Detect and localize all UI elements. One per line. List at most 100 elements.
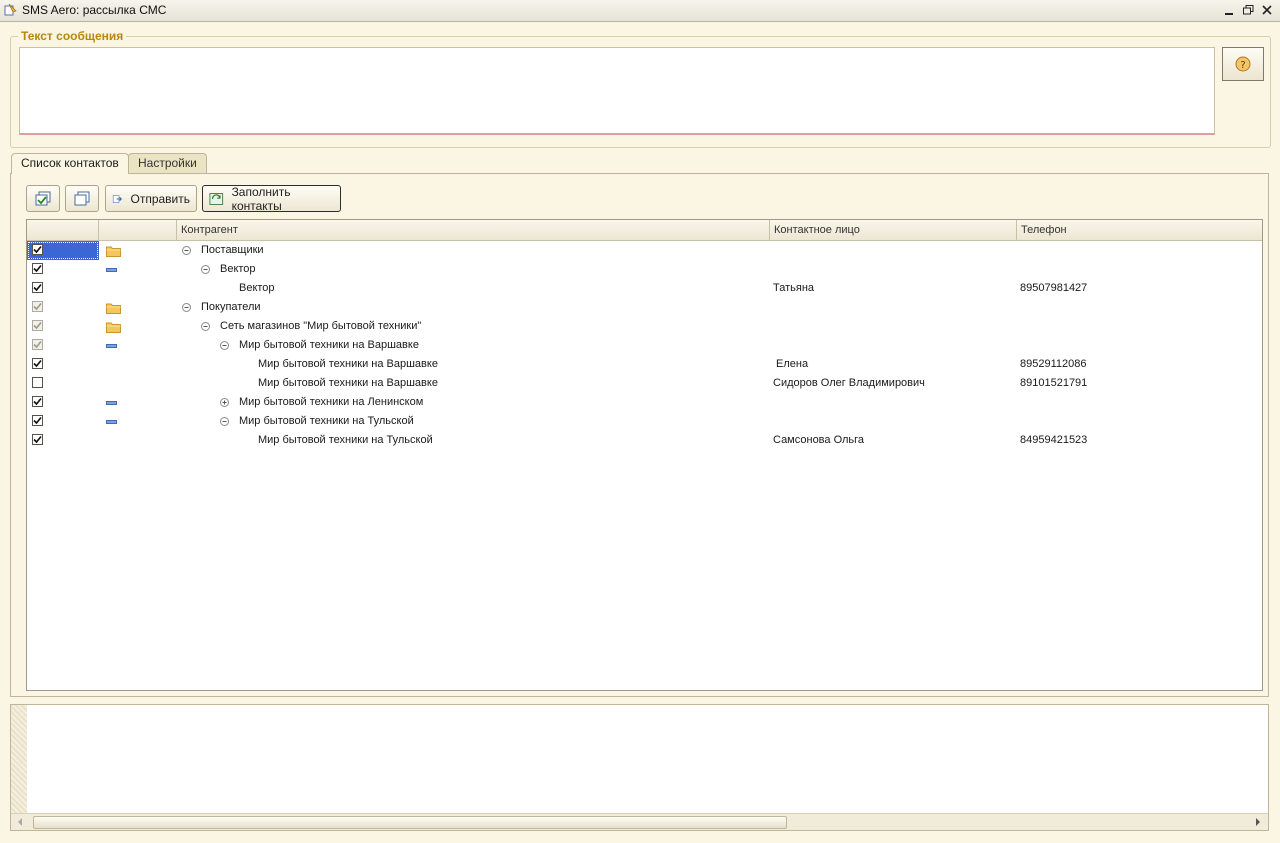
folder-icon	[106, 241, 121, 260]
uncheck-all-icon	[74, 191, 90, 205]
phone-number: 89101521791	[1020, 377, 1088, 389]
counterparty-name: Поставщики	[201, 244, 264, 256]
restore-icon	[1242, 5, 1253, 15]
fill-contacts-button-label: Заполнить контакты	[231, 184, 291, 213]
question-icon: ?	[1235, 56, 1251, 72]
minimize-button[interactable]	[1220, 2, 1238, 18]
column-header-contact[interactable]: Контактное лицо	[770, 220, 1017, 240]
table-row[interactable]: Покупатели	[27, 298, 1262, 317]
send-icon	[112, 194, 122, 203]
row-checkbox[interactable]	[32, 339, 43, 350]
contact-person: Елена	[773, 358, 809, 370]
scrollbar-thumb[interactable]	[33, 816, 787, 829]
phone-number: 89529112086	[1020, 358, 1087, 370]
checkmark-icon	[33, 397, 42, 406]
counterparty-name: Мир бытовой техники на Тульской	[239, 415, 414, 427]
item-icon	[106, 412, 117, 431]
counterparty-name: Вектор	[220, 263, 256, 275]
folder-icon	[106, 317, 121, 336]
collapse-icon[interactable]	[201, 265, 210, 274]
checkmark-icon	[33, 283, 42, 292]
collapse-icon[interactable]	[201, 322, 210, 331]
phone-number: 84959421523	[1020, 434, 1088, 446]
send-button-label: Отправить	[130, 191, 190, 206]
column-header-check[interactable]	[27, 220, 99, 240]
counterparty-name: Сеть магазинов "Мир бытовой техники"	[220, 320, 422, 332]
row-checkbox[interactable]	[32, 358, 43, 369]
log-panel[interactable]	[10, 704, 1269, 831]
contact-person: Татьяна	[773, 282, 815, 294]
checkmark-icon	[33, 359, 42, 368]
table-row[interactable]: Мир бытовой техники на Ленинском	[27, 393, 1262, 412]
table-row[interactable]: Мир бытовой техники на Варшавке Сидоров О…	[27, 374, 1262, 393]
row-checkbox[interactable]	[32, 263, 43, 274]
uncheck-all-button[interactable]	[65, 185, 99, 212]
tab-contacts[interactable]: Список контактов	[11, 153, 129, 174]
table-row[interactable]: Сеть магазинов "Мир бытовой техники"	[27, 317, 1262, 336]
app-icon	[4, 3, 17, 16]
contact-person: Самсонова Ольга	[773, 434, 865, 446]
row-checkbox[interactable]	[32, 320, 43, 331]
horizontal-scrollbar[interactable]	[11, 813, 1268, 830]
table-row[interactable]: Поставщики	[27, 241, 1262, 260]
row-checkbox[interactable]	[32, 415, 43, 426]
svg-text:?: ?	[1240, 60, 1245, 71]
fill-contacts-button[interactable]: Заполнить контакты	[202, 184, 341, 213]
help-button[interactable]: ?	[1222, 47, 1264, 81]
window-title: SMS Aero: рассылка СМС	[22, 3, 167, 17]
checkmark-icon	[33, 264, 42, 273]
column-header-phone[interactable]: Телефон	[1017, 220, 1262, 240]
collapse-icon[interactable]	[220, 341, 229, 350]
column-header-icon[interactable]	[99, 220, 177, 240]
checkmark-icon	[33, 321, 42, 330]
counterparty-name: Мир бытовой техники на Ленинском	[239, 396, 424, 408]
checkmark-icon	[33, 245, 42, 254]
table-row[interactable]: Вектор Татьяна 89507981427	[27, 279, 1262, 298]
column-header-counterparty[interactable]: Контрагент	[177, 220, 770, 240]
check-all-button[interactable]	[26, 185, 60, 212]
minimize-icon	[1225, 13, 1233, 15]
send-button[interactable]: Отправить	[105, 185, 197, 212]
row-checkbox[interactable]	[32, 396, 43, 407]
counterparty-name: Мир бытовой техники на Варшавке	[258, 377, 438, 389]
restore-button[interactable]	[1239, 2, 1257, 18]
close-icon	[1262, 5, 1272, 15]
table-row[interactable]: Мир бытовой техники на Варшавке	[27, 336, 1262, 355]
table-header: Контрагент Контактное лицо Телефон	[27, 220, 1262, 241]
row-checkbox[interactable]	[32, 301, 43, 312]
tab-settings[interactable]: Настройки	[128, 153, 207, 173]
counterparty-name: Вектор	[239, 282, 275, 294]
folder-icon	[106, 298, 121, 317]
counterparty-name: Мир бытовой техники на Варшавке	[239, 339, 419, 351]
checkmark-icon	[33, 340, 42, 349]
check-all-icon	[35, 191, 51, 205]
row-checkbox[interactable]	[32, 377, 43, 388]
row-checkbox[interactable]	[32, 282, 43, 293]
message-group-title: Текст сообщения	[18, 29, 127, 43]
checkmark-icon	[33, 435, 42, 444]
expand-icon[interactable]	[220, 398, 229, 407]
message-text-input[interactable]	[19, 47, 1215, 135]
counterparty-name: Мир бытовой техники на Тульской	[258, 434, 433, 446]
scroll-left-icon[interactable]	[14, 816, 26, 828]
close-button[interactable]	[1258, 2, 1276, 18]
checkmark-icon	[33, 416, 42, 425]
scroll-right-icon[interactable]	[1252, 816, 1264, 828]
contact-person: Сидоров Олег Владимирович	[773, 377, 925, 389]
table-row[interactable]: Вектор	[27, 260, 1262, 279]
table-row[interactable]: Мир бытовой техники на Тульской	[27, 412, 1262, 431]
log-gutter	[11, 705, 27, 815]
collapse-icon[interactable]	[182, 303, 191, 312]
table-row[interactable]: Мир бытовой техники на Варшавке Елена 895…	[27, 355, 1262, 374]
table-row[interactable]: Мир бытовой техники на Тульской Самсонова…	[27, 431, 1262, 450]
contacts-tree-table[interactable]: Контрагент Контактное лицо Телефон Поста…	[26, 219, 1263, 691]
fill-contacts-icon	[209, 192, 224, 205]
row-checkbox[interactable]	[32, 244, 43, 255]
collapse-icon[interactable]	[182, 246, 191, 255]
item-icon	[106, 260, 117, 279]
item-icon	[106, 393, 117, 412]
row-checkbox[interactable]	[32, 434, 43, 445]
item-icon	[106, 336, 117, 355]
collapse-icon[interactable]	[220, 417, 229, 426]
title-bar	[0, 0, 1280, 22]
